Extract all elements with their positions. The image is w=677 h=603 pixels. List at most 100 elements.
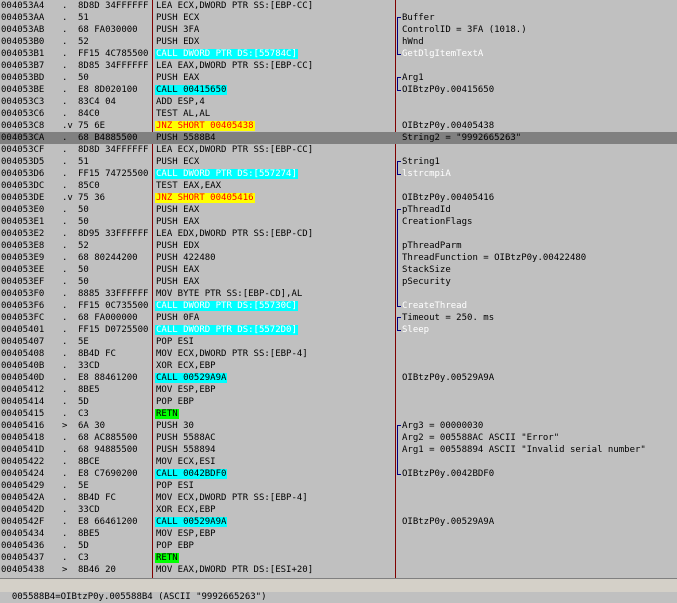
disasm-row[interactable]: 00405437. C3 RETN	[0, 552, 677, 564]
disasm-row[interactable]: 004053E8. 52 PUSH EDX pThreadParm	[0, 240, 677, 252]
instruction-cell: CALL DWORD PTR DS:[557274]	[155, 168, 393, 180]
instruction-text: PUSH 422480	[156, 253, 216, 263]
address-cell: 00405429	[1, 481, 45, 491]
instruction-cell: PUSH 5588B4	[155, 132, 393, 144]
disasm-row[interactable]: 004053C3. 83C4 04 ADD ESP,4	[0, 96, 677, 108]
instruction-text: PUSH EAX	[156, 217, 200, 227]
disasm-row[interactable]: 004053B1. FF15 4C785500 CALL DWORD PTR DS:…	[0, 48, 677, 60]
instruction-cell: PUSH EDX	[155, 36, 393, 48]
hex-dump-cell: 68 80244200	[78, 253, 138, 263]
disasm-row[interactable]: 0040541D. 68 94885500 PUSH 558894 Arg1 = 00…	[0, 444, 677, 456]
disasm-row[interactable]: 004053AA. 51 PUSH ECX Buffer	[0, 12, 677, 24]
disasm-row[interactable]: 004053EE. 50 PUSH EAX StackSize	[0, 264, 677, 276]
comment-cell	[402, 336, 677, 348]
hex-dump-cell: 51	[78, 157, 89, 167]
disasm-row[interactable]: 00405412. 8BE5 MOV ESP,EBP	[0, 384, 677, 396]
hex-dump-cell: 6A 30	[78, 421, 106, 431]
disasm-row[interactable]: 00405414. 5D POP EBP	[0, 396, 677, 408]
disasm-row[interactable]: 00405422. 8BCE MOV ECX,ESI	[0, 456, 677, 468]
disasm-row[interactable]: 00405438 >8B46 20 MOV EAX,DWORD PTR DS:[ES…	[0, 564, 677, 576]
comment-cell: ThreadFunction = OIBtzP0y.00422480	[402, 253, 587, 263]
address-cell: 004053E2	[1, 229, 45, 239]
disasm-row[interactable]: 00405408. 8B4D FC MOV ECX,DWORD PTR SS:[EB…	[0, 348, 677, 360]
disasm-row[interactable]: 004053E0. 50 PUSH EAX pThreadId	[0, 204, 677, 216]
disasm-row[interactable]: 004053DE .v 75 36 JNZ SHORT 00405416 OIBtzP0…	[0, 192, 677, 204]
disasm-row[interactable]: 004053C6. 84C0 TEST AL,AL	[0, 108, 677, 120]
disasm-row[interactable]: 00405434. 8BE5 MOV ESP,EBP	[0, 528, 677, 540]
hex-dump-cell: 68 FA030000	[78, 25, 138, 35]
disasm-row[interactable]: 00405429. 5E POP ESI	[0, 480, 677, 492]
instruction-text: CALL DWORD PTR DS:[5572D0]	[155, 325, 298, 335]
address-cell: 004053EE	[1, 265, 45, 275]
address-cell: 00405418	[1, 433, 45, 443]
disasm-row[interactable]: 00405401. FF15 D0725500 CALL DWORD PTR DS:…	[0, 324, 677, 336]
hex-dump-cell: 5D	[78, 397, 89, 407]
disasm-row[interactable]: 00405436. 5D POP EBP	[0, 540, 677, 552]
disasm-row[interactable]: 004053E1. 50 PUSH EAX CreationFlags	[0, 216, 677, 228]
disassembly-pane[interactable]: 004053A4. 8D8D 34FFFFFF LEA ECX,DWORD PTR …	[0, 0, 677, 578]
hex-dump-cell: 5E	[78, 337, 89, 347]
instruction-text: LEA ECX,DWORD PTR SS:[EBP-CC]	[156, 145, 314, 155]
disasm-row[interactable]: 004053F0. 8885 33FFFFFF MOV BYTE PTR SS:[E…	[0, 288, 677, 300]
hex-dump-cell: 52	[78, 37, 89, 47]
disasm-row[interactable]: 004053AB. 68 FA030000 PUSH 3FA ControlID = …	[0, 24, 677, 36]
disasm-row[interactable]: 004053E9. 68 80244200 PUSH 422480 ThreadFun…	[0, 252, 677, 264]
hex-dump-cell: 8D8D 34FFFFFF	[78, 145, 149, 155]
instruction-cell: MOV ECX,ESI	[155, 456, 393, 468]
comment-cell: ControlID = 3FA (1018.)	[402, 25, 527, 35]
disasm-row[interactable]: 004053EF. 50 PUSH EAX pSecurity	[0, 276, 677, 288]
disasm-row[interactable]: 004053FC. 68 FA000000 PUSH 0FA Timeout = 25…	[0, 312, 677, 324]
address-cell: 004053D6	[1, 169, 45, 179]
instruction-cell: ADD ESP,4	[155, 96, 393, 108]
address-cell: 00405415	[1, 409, 45, 419]
hex-dump-cell: 5D	[78, 541, 89, 551]
disasm-row[interactable]: 004053CA. 68 B4885500 PUSH 5588B4 String2 =…	[0, 132, 677, 144]
disasm-row[interactable]: 004053DC. 85C0 TEST EAX,EAX	[0, 180, 677, 192]
instruction-text: PUSH EAX	[156, 205, 200, 215]
disasm-row[interactable]: 00405416 >6A 30 PUSH 30 Arg3 = 00000030	[0, 420, 677, 432]
instruction-text: LEA EDX,DWORD PTR SS:[EBP-CD]	[156, 229, 314, 239]
comment-cell: Arg1 = 00558894 ASCII "Invalid serial nu…	[402, 445, 646, 455]
hex-dump-cell: 68 AC885500	[78, 433, 138, 443]
disasm-row[interactable]: 004053E2. 8D95 33FFFFFF LEA EDX,DWORD PTR …	[0, 228, 677, 240]
disasm-row[interactable]: 004053A4. 8D8D 34FFFFFF LEA ECX,DWORD PTR …	[0, 0, 677, 12]
instruction-cell: PUSH ECX	[155, 156, 393, 168]
disasm-row[interactable]: 004053F6. FF15 0C735500 CALL DWORD PTR DS:…	[0, 300, 677, 312]
hex-dump-cell: 51	[78, 13, 89, 23]
comment-cell: Timeout = 250. ms	[402, 313, 495, 323]
instruction-cell: POP EBP	[155, 396, 393, 408]
disasm-row[interactable]: 004053B7. 8D85 34FFFFFF LEA EAX,DWORD PTR …	[0, 60, 677, 72]
instruction-text: MOV ESP,EBP	[156, 529, 216, 539]
address-cell: 0040542A	[1, 493, 45, 503]
disasm-row[interactable]: 004053D6. FF15 74725500 CALL DWORD PTR DS:…	[0, 168, 677, 180]
disasm-row[interactable]: 004053CF. 8D8D 34FFFFFF LEA ECX,DWORD PTR …	[0, 144, 677, 156]
disasm-row[interactable]: 0040542A. 8B4D FC MOV ECX,DWORD PTR SS:[EB…	[0, 492, 677, 504]
comment-cell: pThreadParm	[402, 241, 462, 251]
instruction-cell: MOV ESP,EBP	[155, 528, 393, 540]
instruction-cell: PUSH EAX	[155, 276, 393, 288]
instruction-text: MOV ECX,DWORD PTR SS:[EBP-4]	[156, 493, 308, 503]
disasm-row[interactable]: 0040542D. 33CD XOR ECX,EBP	[0, 504, 677, 516]
comment-cell: OIBtzP0y.00405416	[402, 193, 495, 203]
hex-dump-cell: 52	[78, 241, 89, 251]
disasm-row[interactable]: 004053BE. E8 8D020100 CALL 00415650 OIBtzP0…	[0, 84, 677, 96]
disasm-row[interactable]: 00405415. C3 RETN	[0, 408, 677, 420]
comment-cell	[402, 144, 677, 156]
comment-cell: Arg2 = 005588AC ASCII "Error"	[402, 433, 560, 443]
instruction-cell: MOV ECX,DWORD PTR SS:[EBP-4]	[155, 492, 393, 504]
disasm-row[interactable]: 0040540D. E8 88461200 CALL 00529A9A OIBtzP0…	[0, 372, 677, 384]
disasm-row[interactable]: 00405424. E8 C7690200 CALL 0042BDF0 OIBtzP0…	[0, 468, 677, 480]
instruction-text: CALL 00415650	[155, 85, 228, 95]
disasm-row[interactable]: 004053D5. 51 PUSH ECX String1	[0, 156, 677, 168]
comment-cell	[402, 564, 677, 576]
disasm-row[interactable]: 00405407. 5E POP ESI	[0, 336, 677, 348]
disasm-row[interactable]: 00405418. 68 AC885500 PUSH 5588AC Arg2 = 00…	[0, 432, 677, 444]
comment-cell	[402, 348, 677, 360]
address-cell: 0040542D	[1, 505, 45, 515]
disasm-row[interactable]: 0040540B. 33CD XOR ECX,EBP	[0, 360, 677, 372]
disasm-row[interactable]: 0040542F. E8 66461200 CALL 00529A9A OIBtzP0…	[0, 516, 677, 528]
disasm-row[interactable]: 004053BD. 50 PUSH EAX Arg1	[0, 72, 677, 84]
instruction-text: XOR ECX,EBP	[156, 361, 216, 371]
disasm-row[interactable]: 004053C8 .v 75 6E JNZ SHORT 00405438 OIBtzP0…	[0, 120, 677, 132]
disasm-row[interactable]: 004053B0. 52 PUSH EDX hWnd	[0, 36, 677, 48]
